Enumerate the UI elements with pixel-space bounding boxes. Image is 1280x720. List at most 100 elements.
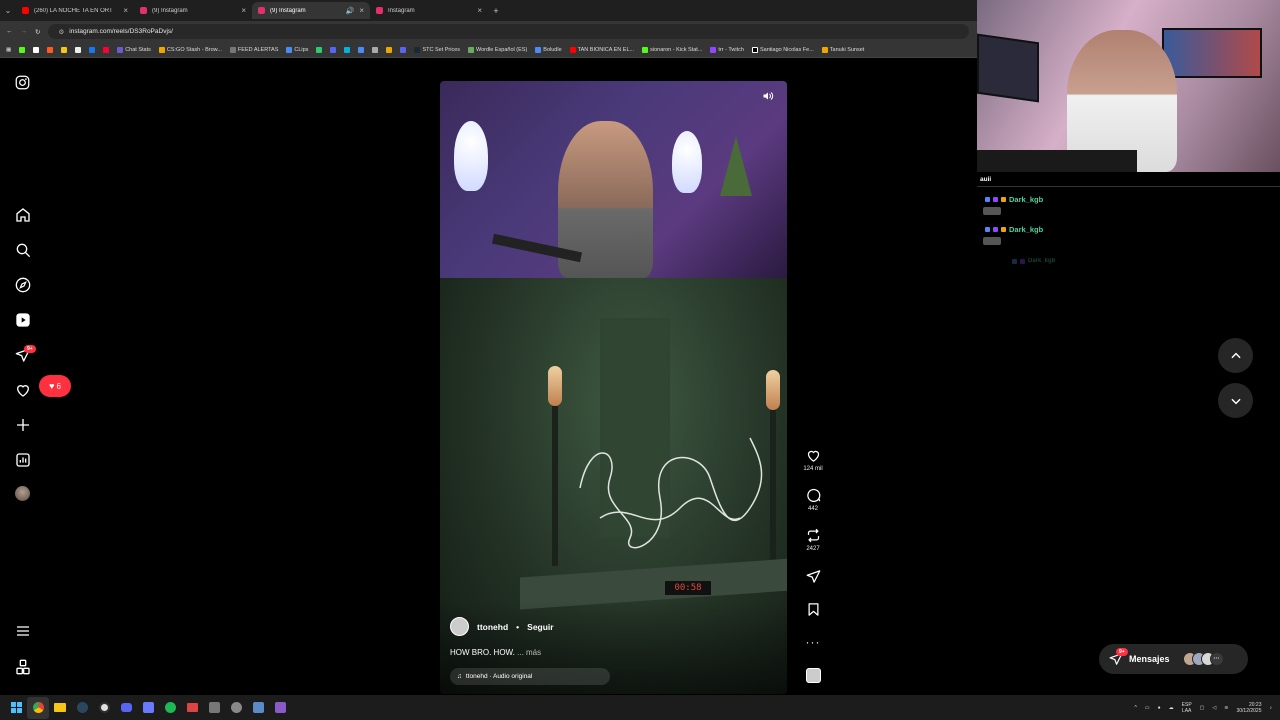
network-icon[interactable]: ▭ bbox=[1145, 705, 1150, 711]
bookmark-item[interactable]: Chat Stats bbox=[117, 46, 151, 53]
reload-icon[interactable]: ↻ bbox=[35, 28, 40, 36]
also-from-meta-icon[interactable] bbox=[14, 658, 31, 675]
author-avatar[interactable] bbox=[450, 617, 469, 636]
comment-icon[interactable] bbox=[806, 488, 821, 503]
file-explorer-icon[interactable] bbox=[49, 697, 71, 719]
app-icon[interactable] bbox=[269, 697, 291, 719]
back-icon[interactable]: ← bbox=[6, 28, 13, 35]
bookmark-icon[interactable] bbox=[806, 602, 821, 617]
bookmark-shortcut[interactable] bbox=[400, 46, 407, 53]
previous-reel-button[interactable] bbox=[1218, 338, 1253, 373]
app-icon[interactable] bbox=[225, 697, 247, 719]
reels-icon[interactable] bbox=[14, 311, 31, 328]
spotify-icon[interactable] bbox=[159, 697, 181, 719]
follow-button[interactable]: Seguir bbox=[527, 622, 553, 632]
steam-icon[interactable] bbox=[71, 697, 93, 719]
chevron-up-icon[interactable]: ^ bbox=[1135, 705, 1137, 711]
create-plus-icon[interactable] bbox=[14, 416, 31, 433]
bookmark-shortcut[interactable] bbox=[61, 46, 68, 53]
browser-tab[interactable]: (9) Instagram × bbox=[134, 2, 252, 19]
close-tab-icon[interactable]: × bbox=[477, 6, 482, 15]
bookmark-item[interactable]: STC Set Prices bbox=[414, 46, 460, 53]
wifi-icon[interactable]: ≋ bbox=[1224, 705, 1228, 711]
discord-icon[interactable] bbox=[115, 697, 137, 719]
bookmark-shortcut[interactable] bbox=[386, 46, 393, 53]
notifications-popup-badge[interactable]: ♥ 6 bbox=[39, 375, 71, 397]
reel-video[interactable]: 00:58 ttonehd • Seguir HOW BRO. HOW. ...… bbox=[440, 81, 787, 694]
obs-icon[interactable] bbox=[93, 697, 115, 719]
app-icon[interactable] bbox=[137, 697, 159, 719]
audio-pill[interactable]: ♫ ttonehd · Audio original bbox=[450, 668, 610, 685]
share-icon[interactable] bbox=[806, 569, 821, 584]
audio-thumbnail[interactable] bbox=[800, 668, 826, 683]
browser-tab-active[interactable]: (9) Instagram 🔊 × bbox=[252, 2, 370, 19]
explore-icon[interactable] bbox=[14, 276, 31, 293]
share-action[interactable] bbox=[800, 569, 826, 584]
bookmark-item[interactable]: trr - Twitch bbox=[710, 46, 744, 53]
bookmark-shortcut[interactable] bbox=[344, 46, 351, 53]
dashboard-icon[interactable] bbox=[14, 451, 31, 468]
author-username[interactable]: ttonehd bbox=[477, 622, 508, 632]
chrome-taskbar-icon[interactable] bbox=[27, 696, 49, 719]
site-info-icon[interactable]: ⚙ bbox=[58, 28, 64, 36]
bookmark-shortcut[interactable] bbox=[358, 46, 365, 53]
search-icon[interactable] bbox=[14, 241, 31, 258]
language-indicator[interactable]: ESP LAA bbox=[1182, 702, 1192, 714]
display-icon[interactable]: ▢ bbox=[1200, 705, 1205, 711]
more-menu-icon[interactable] bbox=[14, 622, 31, 639]
more-options-icon[interactable]: ··· bbox=[800, 635, 826, 649]
clock[interactable]: 20:23 30/12/2025 bbox=[1236, 702, 1261, 714]
new-tab-button[interactable]: + bbox=[488, 6, 504, 16]
url-field[interactable]: ⚙ instagram.com/reels/DS3RoPaDvjs/ bbox=[48, 24, 969, 39]
notifications-bell-icon[interactable]: ♪ bbox=[1270, 705, 1273, 711]
comment-action[interactable]: 442 bbox=[800, 488, 826, 512]
save-action[interactable] bbox=[800, 602, 826, 617]
bookmark-shortcut[interactable] bbox=[33, 46, 40, 53]
close-tab-icon[interactable]: × bbox=[241, 6, 246, 15]
notifications-heart-icon[interactable] bbox=[14, 381, 31, 398]
close-tab-icon[interactable]: × bbox=[359, 6, 364, 15]
bookmark-item[interactable]: sionaron - Kick Stat... bbox=[642, 46, 702, 53]
start-windows-icon[interactable] bbox=[5, 697, 27, 719]
repost-icon[interactable] bbox=[806, 528, 821, 543]
next-reel-button[interactable] bbox=[1218, 383, 1253, 418]
bookmark-shortcut[interactable] bbox=[47, 46, 54, 53]
messages-button[interactable]: 9+ Mensajes ··· bbox=[1099, 644, 1248, 674]
close-tab-icon[interactable]: × bbox=[123, 6, 128, 15]
bookmark-shortcut[interactable] bbox=[103, 46, 110, 53]
volume-icon[interactable] bbox=[762, 89, 774, 107]
like-action[interactable]: 124 mil bbox=[800, 448, 826, 472]
browser-tab[interactable]: Instagram × bbox=[370, 2, 488, 19]
app-icon[interactable] bbox=[247, 697, 269, 719]
speaker-icon[interactable]: ◁ bbox=[1212, 705, 1216, 711]
home-icon[interactable] bbox=[14, 206, 31, 223]
bookmark-shortcut[interactable] bbox=[19, 46, 26, 53]
repost-action[interactable]: 2427 bbox=[800, 528, 826, 552]
instagram-logo-icon[interactable] bbox=[14, 74, 31, 91]
tab-list-button[interactable]: ⌄ bbox=[0, 6, 16, 15]
bookmark-item[interactable]: FEED ALERTAS bbox=[229, 46, 278, 53]
app-icon[interactable] bbox=[203, 697, 225, 719]
forward-icon[interactable]: → bbox=[21, 28, 28, 35]
bookmark-item[interactable]: TAN BIONICA EN EL... bbox=[569, 46, 634, 53]
profile-avatar[interactable] bbox=[14, 485, 31, 502]
microphone-icon[interactable]: ● bbox=[1158, 705, 1161, 711]
bookmark-item[interactable]: Tanuki Sunset bbox=[821, 46, 864, 53]
caption-more-link[interactable]: ... más bbox=[517, 648, 541, 657]
speaker-icon[interactable]: 🔊 bbox=[346, 7, 355, 15]
bookmark-item[interactable]: Santiago Nicolas Fe... bbox=[751, 46, 814, 53]
bookmark-item[interactable]: Boludle bbox=[535, 46, 562, 53]
bookmark-shortcut[interactable] bbox=[89, 46, 96, 53]
app-icon[interactable] bbox=[181, 697, 203, 719]
like-heart-icon[interactable] bbox=[806, 448, 821, 463]
bookmark-shortcut[interactable] bbox=[75, 46, 82, 53]
cloud-icon[interactable]: ☁ bbox=[1169, 705, 1174, 711]
bookmark-shortcut[interactable] bbox=[316, 46, 323, 53]
bookmark-shortcut[interactable] bbox=[330, 46, 337, 53]
bookmark-item[interactable]: Wordle Español (ES) bbox=[468, 46, 527, 53]
bookmark-shortcut[interactable] bbox=[372, 46, 379, 53]
browser-tab[interactable]: (260) LA NOCHE TA EN ORT × bbox=[16, 2, 134, 19]
bookmark-item[interactable]: CS:GO Stash - Brow... bbox=[158, 46, 222, 53]
bookmark-item[interactable]: CLips bbox=[286, 46, 308, 53]
apps-icon[interactable]: ▦ bbox=[6, 47, 11, 53]
